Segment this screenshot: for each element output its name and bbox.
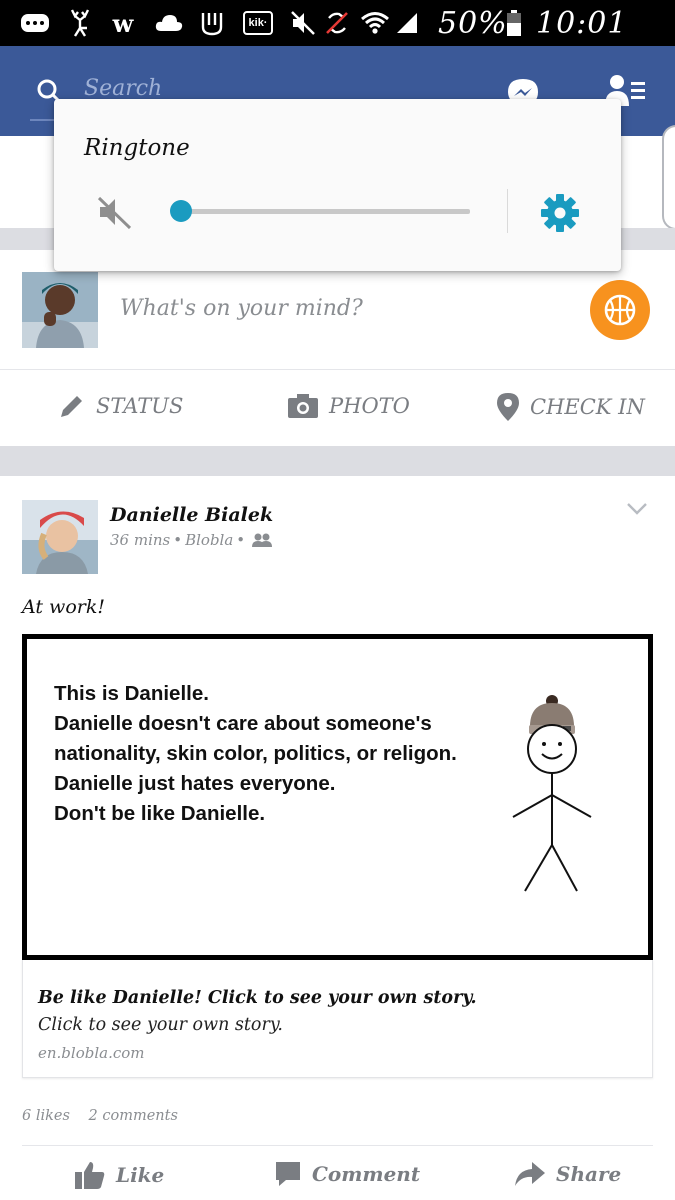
meme-line: Don't be like Danielle. (54, 802, 266, 825)
basketball-icon (604, 294, 636, 326)
likes-count[interactable]: 6 likes (22, 1108, 70, 1124)
comment-label: Comment (312, 1162, 421, 1186)
kik-icon: kik· (242, 9, 274, 37)
volume-title: Ringtone (84, 135, 190, 161)
location-pin-icon (497, 393, 519, 421)
w-icon: w (112, 8, 134, 38)
edge-curve (662, 125, 675, 230)
cloud-icon (154, 9, 184, 37)
stick-figure-image (512, 695, 592, 892)
comment-icon (276, 1162, 300, 1186)
friends-audience-icon (252, 533, 273, 547)
post-divider (22, 1145, 653, 1146)
meme-line: This is Danielle. (54, 682, 209, 705)
no-sync-icon (322, 9, 352, 37)
battery-icon (505, 9, 523, 37)
deer-icon (66, 9, 94, 37)
status-button[interactable]: STATUS (58, 392, 183, 420)
chevron-down-icon[interactable] (626, 502, 648, 516)
link-title: Be like Danielle! Click to see your own … (38, 988, 477, 1008)
post-time[interactable]: 36 mins (110, 531, 170, 549)
meme-line: nationality, skin color, politics, or re… (54, 742, 457, 765)
volume-slider[interactable] (170, 200, 470, 222)
basketball-button[interactable] (590, 280, 650, 340)
search-input[interactable]: Search (84, 76, 162, 101)
checkin-label: CHECK IN (530, 395, 645, 419)
notification-dots-icon (20, 9, 50, 37)
checkin-button[interactable]: CHECK IN (496, 392, 645, 422)
share-button[interactable]: Share (514, 1160, 621, 1188)
photo-label: PHOTO (329, 394, 410, 418)
link-preview[interactable]: Be like Danielle! Click to see your own … (22, 960, 653, 1078)
post-meta: 36 mins • Blobla • (110, 531, 273, 549)
gear-icon[interactable] (540, 193, 580, 233)
wifi-icon (360, 9, 390, 37)
photo-button[interactable]: PHOTO (287, 392, 410, 420)
signal-icon (394, 9, 420, 37)
my-avatar[interactable] (22, 272, 98, 348)
like-button[interactable]: Like (74, 1160, 164, 1190)
author-avatar[interactable] (22, 500, 98, 574)
link-description: Click to see your own story. (38, 1015, 283, 1035)
muted-speaker-icon[interactable] (96, 194, 132, 230)
share-icon (515, 1162, 545, 1186)
reaction-counts: 6 likes 2 comments (22, 1108, 178, 1124)
mute-icon (288, 9, 318, 37)
camera-icon (288, 394, 318, 418)
volume-popup: Ringtone (54, 99, 621, 271)
composer-actions: STATUS PHOTO CHECK IN (0, 370, 675, 446)
meme-line: Danielle just hates everyone. (54, 772, 336, 795)
pencil-icon (61, 396, 82, 417)
feed-post: Danielle Bialek 36 mins • Blobla • At wo… (0, 476, 675, 1200)
status-bar: w kik· 50% 10:01 PM (0, 0, 675, 76)
composer-input[interactable]: What's on your mind? (120, 296, 363, 321)
status-label: STATUS (96, 394, 184, 418)
thumbs-up-icon (75, 1162, 105, 1189)
link-domain: en.blobla.com (38, 1044, 145, 1062)
meme-text: This is Danielle. Danielle doesn't care … (54, 679, 457, 829)
meme-line: Danielle doesn't care about someone's (54, 712, 432, 735)
post-image[interactable]: This is Danielle. Danielle doesn't care … (22, 634, 653, 960)
like-label: Like (116, 1163, 165, 1187)
share-label: Share (556, 1162, 622, 1186)
m-icon (198, 9, 226, 37)
post-author[interactable]: Danielle Bialek (110, 504, 273, 526)
battery-percent: 50% (438, 6, 508, 41)
comment-button[interactable]: Comment (274, 1160, 420, 1188)
divider-gap-2 (0, 446, 675, 476)
post-text: At work! (22, 596, 105, 618)
comments-count[interactable]: 2 comments (89, 1108, 178, 1124)
popup-separator (507, 189, 508, 233)
volume-slider-thumb[interactable] (170, 200, 192, 222)
post-app[interactable]: Blobla (185, 531, 233, 549)
